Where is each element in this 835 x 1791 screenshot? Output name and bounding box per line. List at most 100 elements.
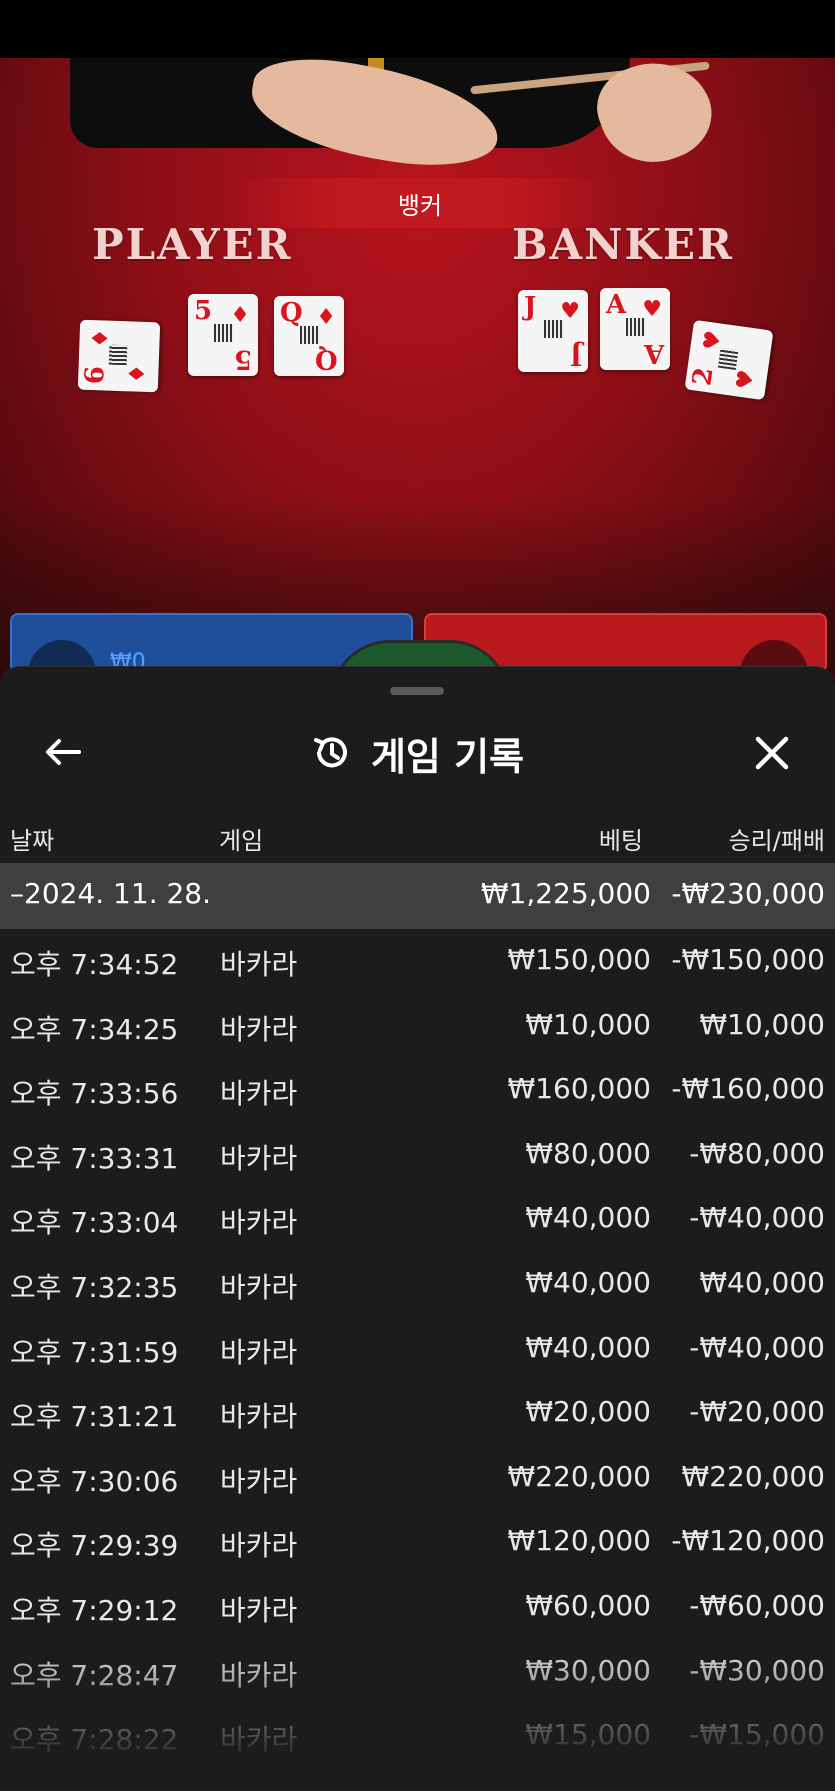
column-game: 게임 [219,827,264,855]
table-row[interactable]: 오후 7:29:39 바카라 ₩120,000 -₩120,000 [0,1510,835,1575]
row-time: 오후 7:32:35 [10,1270,179,1304]
table-row[interactable]: 오후 7:28:22 바카라 ₩15,000 -₩15,000 [0,1704,835,1769]
barcode-icon [300,326,320,344]
row-result: -₩20,000 [689,1395,825,1429]
card-rank: Q [280,298,303,328]
table-row[interactable]: 오후 7:28:47 바카라 ₩30,000 -₩30,000 [0,1640,835,1705]
row-time: 오후 7:31:21 [10,1400,179,1434]
row-game: 바카라 [220,948,298,981]
row-result: -₩120,000 [671,1524,825,1558]
row-time: 오후 7:28:22 [10,1723,179,1757]
row-game: 바카라 [220,1141,298,1175]
table-row[interactable]: 오후 7:32:35 바카라 ₩40,000 ₩40,000 [0,1252,835,1317]
banker-card: A ♥ A [600,288,670,370]
heart-icon: ♥ [731,368,760,392]
card-rank: 5 [233,344,252,374]
row-result: -₩80,000 [689,1136,825,1170]
column-date: 날짜 [10,827,55,855]
table-row[interactable]: 오후 7:33:31 바카라 ₩80,000 -₩80,000 [0,1123,835,1188]
date-total-result: -₩230,000 [671,877,825,910]
table-row[interactable]: 오후 7:31:59 바카라 ₩40,000 -₩40,000 [0,1317,835,1382]
column-result: 승리/패배 [728,827,825,855]
table-row[interactable]: 오후 7:34:52 바카라 ₩150,000 -₩150,000 [0,929,835,994]
card-rank: J [569,340,582,370]
panel-title-group: 게임 기록 [0,725,835,781]
card-rank: J [524,292,537,322]
table-row[interactable]: 오후 7:33:56 바카라 ₩160,000 -₩160,000 [0,1058,835,1123]
row-time: 오후 7:34:52 [10,948,179,981]
row-game: 바카라 [220,1593,298,1627]
row-time: 오후 7:29:12 [10,1593,179,1627]
game-history-panel: 게임 기록 날짜 게임 베팅 승리/패배 –2024. 11. 28. ₩1,2… [0,666,835,1791]
row-time: 오후 7:28:47 [10,1658,179,1692]
row-time: 오후 7:34:25 [10,1012,179,1046]
history-list: 오후 7:34:52 바카라 ₩150,000 -₩150,000 오후 7:3… [0,929,835,1769]
player-card: 5 ♦ 5 [188,294,258,376]
row-game: 바카라 [220,1529,298,1563]
status-bar [0,0,835,58]
row-time: 오후 7:33:56 [10,1077,179,1111]
history-icon [313,737,347,768]
row-game: 바카라 [220,1335,298,1369]
row-result: -₩15,000 [689,1718,825,1752]
table-row[interactable]: 오후 7:33:04 바카라 ₩40,000 -₩40,000 [0,1187,835,1252]
row-result: -₩30,000 [689,1653,825,1687]
row-bet: ₩40,000 [525,1265,651,1299]
row-bet: ₩40,000 [525,1330,651,1364]
row-time: 오후 7:29:39 [10,1529,179,1563]
barcode-icon [626,318,646,336]
row-game: 바카라 [220,1400,298,1434]
row-bet: ₩10,000 [525,1007,651,1041]
player-card: Q ♦ Q [274,296,344,376]
row-result: -₩160,000 [671,1072,825,1106]
row-bet: ₩20,000 [525,1395,651,1429]
player-label: PLAYER [92,220,293,269]
row-time: 오후 7:30:06 [10,1464,179,1498]
banker-card: J ♥ J [518,290,588,372]
row-bet: ₩80,000 [525,1136,651,1170]
table-row[interactable]: 오후 7:29:12 바카라 ₩60,000 -₩60,000 [0,1575,835,1640]
table-header: 날짜 게임 베팅 승리/패배 [0,807,835,865]
row-bet: ₩30,000 [525,1653,651,1687]
table-row[interactable]: 오후 7:31:21 바카라 ₩20,000 -₩20,000 [0,1381,835,1446]
row-result: ₩40,000 [699,1265,825,1299]
barcode-icon [214,324,234,342]
screen: 뱅커 PLAYER BANKER 6 ♦ ♦ 5 ♦ 5 Q ♦ Q J ♥ J [0,0,835,1791]
row-result: ₩220,000 [681,1459,825,1493]
row-game: 바카라 [220,1270,298,1304]
row-bet: ₩220,000 [507,1459,651,1493]
player-card: 6 ♦ ♦ [77,319,161,393]
drag-handle[interactable] [390,687,444,695]
row-result: -₩60,000 [689,1588,825,1622]
row-result: ₩10,000 [699,1007,825,1041]
row-game: 바카라 [220,1658,298,1692]
row-time: 오후 7:31:59 [10,1335,179,1369]
row-result: -₩150,000 [671,943,825,976]
card-rank: 5 [194,296,213,326]
date-group-label: –2024. 11. 28. [10,877,212,910]
panel-header: 게임 기록 [0,707,835,797]
diamond-icon: ♦ [124,363,151,385]
close-icon [755,736,789,770]
row-game: 바카라 [220,1012,298,1046]
card-rank: A [606,290,627,320]
row-time: 오후 7:33:31 [10,1141,179,1175]
row-game: 바카라 [220,1464,298,1498]
row-time: 오후 7:33:04 [10,1206,179,1240]
column-bet: 베팅 [598,827,643,855]
row-bet: ₩160,000 [507,1072,651,1106]
row-bet: ₩15,000 [525,1718,651,1752]
card-rank: 2 [687,365,720,388]
row-game: 바카라 [220,1206,298,1240]
barcode-icon [717,347,739,371]
row-bet: ₩150,000 [507,943,651,976]
barcode-icon [544,320,564,338]
date-total-bet: ₩1,225,000 [480,877,651,910]
date-group-row[interactable]: –2024. 11. 28. ₩1,225,000 -₩230,000 [0,863,835,929]
banker-card: 2 ♥ ♥ [684,319,774,401]
table-row[interactable]: 오후 7:30:06 바카라 ₩220,000 ₩220,000 [0,1446,835,1511]
row-game: 바카라 [220,1077,298,1111]
table-row[interactable]: 오후 7:34:25 바카라 ₩10,000 ₩10,000 [0,994,835,1059]
close-button[interactable] [746,727,798,779]
card-rank: 6 [80,365,111,385]
